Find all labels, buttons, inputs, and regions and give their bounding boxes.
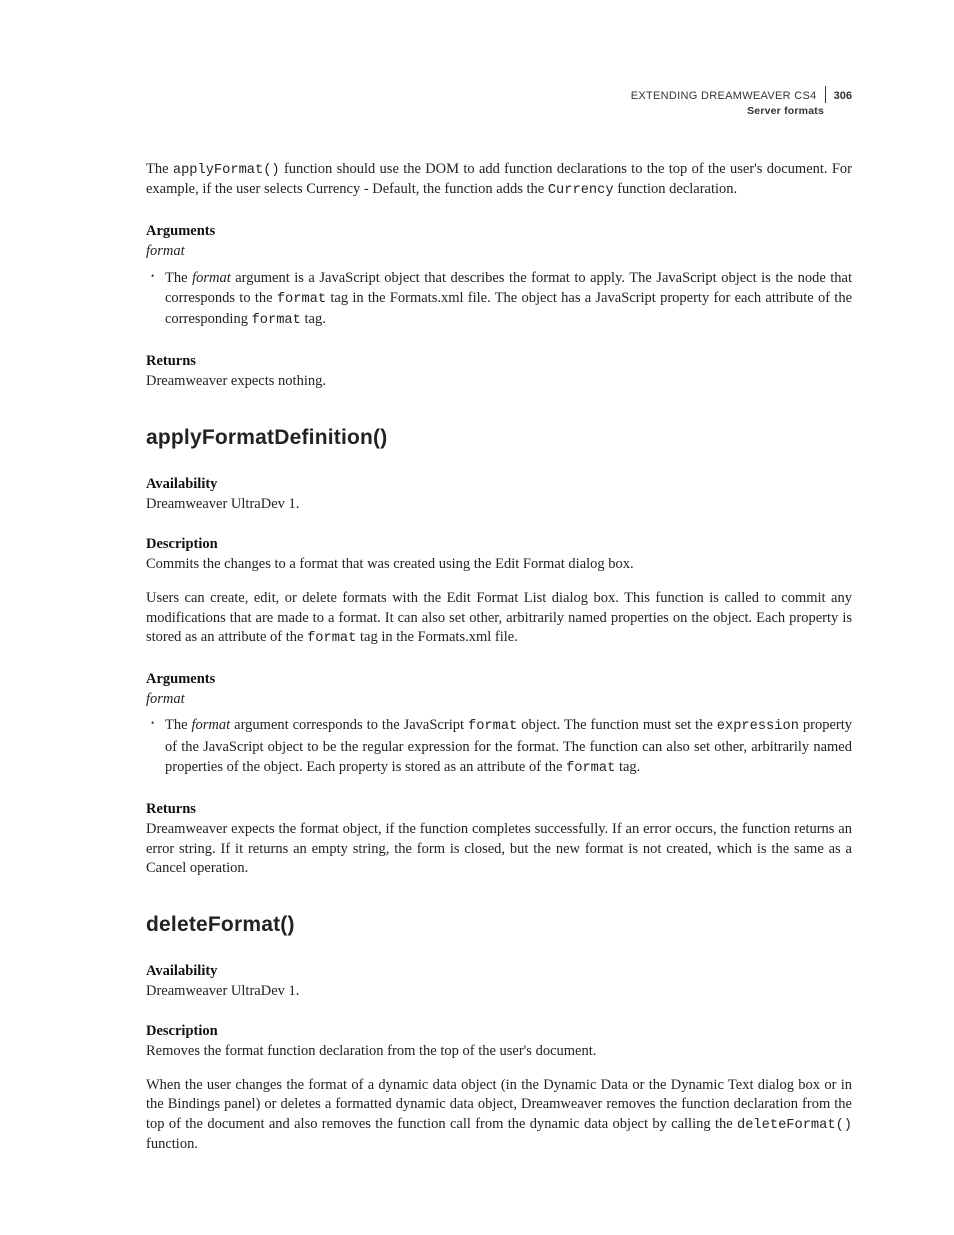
argument-item: The format argument is a JavaScript obje… <box>165 268 852 332</box>
page-number: 306 <box>834 90 852 102</box>
arg-italic: format <box>192 717 231 733</box>
description-p1: Commits the changes to a format that was… <box>146 555 852 575</box>
description-heading: Description <box>146 536 852 553</box>
arg-name: format <box>146 242 852 262</box>
code-expression: expression <box>717 719 799 734</box>
header-line1: EXTENDING DREAMWEAVER CS4 306 <box>631 86 852 104</box>
content: The applyFormat() function should use th… <box>146 160 852 1155</box>
availability-heading: Availability <box>146 963 852 980</box>
returns-text: Dreamweaver expects the format object, i… <box>146 820 852 879</box>
page-header: EXTENDING DREAMWEAVER CS4 306 Server for… <box>631 86 852 118</box>
function-heading-applyformatdefinition: applyFormatDefinition() <box>146 426 852 450</box>
argument-item: The format argument corresponds to the J… <box>165 715 852 779</box>
text: argument corresponds to the JavaScript <box>230 717 468 733</box>
availability-text: Dreamweaver UltraDev 1. <box>146 982 852 1002</box>
returns-heading: Returns <box>146 353 852 370</box>
returns-text: Dreamweaver expects nothing. <box>146 372 852 392</box>
text: The <box>146 161 173 177</box>
returns-heading: Returns <box>146 801 852 818</box>
description-p1: Removes the format function declaration … <box>146 1042 852 1062</box>
availability-text: Dreamweaver UltraDev 1. <box>146 495 852 515</box>
arguments-list: The format argument corresponds to the J… <box>146 715 852 779</box>
text: tag. <box>301 311 326 327</box>
header-section: Server formats <box>631 104 852 118</box>
text: The <box>165 270 192 286</box>
code-format: format <box>252 313 301 328</box>
function-heading-deleteformat: deleteFormat() <box>146 913 852 937</box>
description-p2: When the user changes the format of a dy… <box>146 1076 852 1155</box>
arguments-heading: Arguments <box>146 671 852 688</box>
text: tag in the Formats.xml file. <box>356 629 518 645</box>
arguments-list: The format argument is a JavaScript obje… <box>146 268 852 332</box>
intro-paragraph: The applyFormat() function should use th… <box>146 160 852 201</box>
code-format: format <box>566 761 615 776</box>
page: EXTENDING DREAMWEAVER CS4 306 Server for… <box>0 0 954 1235</box>
header-divider <box>825 86 826 103</box>
code-applyformat: applyFormat() <box>173 163 280 178</box>
text: The <box>165 717 192 733</box>
text: function declaration. <box>614 181 738 197</box>
product-name: EXTENDING DREAMWEAVER CS4 <box>631 90 817 102</box>
code-format: format <box>307 631 356 646</box>
arg-italic: format <box>192 270 231 286</box>
text: object. The function must set the <box>517 717 716 733</box>
code-deleteformat: deleteFormat() <box>737 1118 852 1133</box>
code-currency: Currency <box>548 183 614 198</box>
arguments-heading: Arguments <box>146 223 852 240</box>
description-heading: Description <box>146 1023 852 1040</box>
code-format: format <box>277 292 326 307</box>
arg-name: format <box>146 690 852 710</box>
code-format: format <box>468 719 517 734</box>
description-p2: Users can create, edit, or delete format… <box>146 589 852 649</box>
text: function. <box>146 1136 198 1152</box>
availability-heading: Availability <box>146 476 852 493</box>
text: tag. <box>615 759 640 775</box>
